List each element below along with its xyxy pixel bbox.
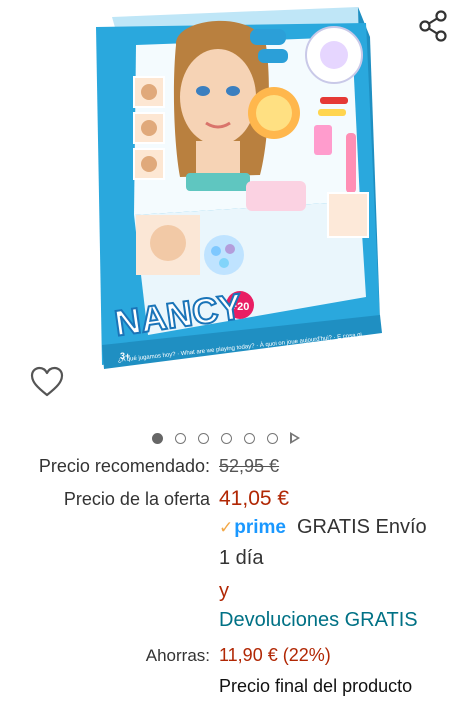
carousel-dot-active[interactable] bbox=[152, 432, 163, 444]
offer-price-label: Precio de la oferta bbox=[63, 489, 210, 509]
share-icon bbox=[419, 10, 447, 42]
free-shipping-text: GRATIS Envío bbox=[297, 516, 427, 538]
carousel-dot[interactable] bbox=[175, 432, 186, 444]
product-box-illustration: +20 NANCY ¿A qué jugamos hoy? · What are… bbox=[96, 7, 382, 369]
wishlist-button[interactable] bbox=[28, 364, 66, 400]
prime-badge: ✓ prime bbox=[219, 517, 286, 539]
rrp-label: Precio recomendado: bbox=[38, 456, 210, 476]
image-carousel-indicator bbox=[152, 431, 322, 445]
carousel-dot[interactable] bbox=[267, 432, 278, 444]
delivery-days: 1 día bbox=[219, 547, 264, 569]
free-returns-link[interactable]: Devoluciones GRATIS bbox=[219, 609, 418, 632]
savings-value: 11,90 € (22%) bbox=[219, 645, 331, 665]
carousel-dot[interactable] bbox=[198, 432, 209, 444]
prime-label: prime bbox=[234, 517, 286, 538]
offer-price: 41,05 € bbox=[219, 487, 290, 510]
heart-outline-icon bbox=[30, 366, 64, 397]
carousel-dot[interactable] bbox=[244, 432, 255, 444]
rrp-value: 52,95 € bbox=[219, 456, 280, 476]
savings-label: Ahorras: bbox=[145, 646, 210, 665]
prime-check-icon: ✓ bbox=[219, 518, 234, 537]
age-badge: 3+ bbox=[120, 351, 130, 361]
final-price-note: Precio final del producto bbox=[219, 676, 413, 696]
share-button[interactable] bbox=[414, 8, 454, 44]
and-text: y bbox=[219, 580, 229, 602]
prime-shipping-row: ✓ prime GRATIS Envío bbox=[219, 516, 427, 539]
carousel-video-icon[interactable] bbox=[290, 432, 300, 444]
carousel-dot[interactable] bbox=[221, 432, 232, 444]
product-image[interactable]: +20 NANCY ¿A qué jugamos hoy? · What are… bbox=[90, 5, 390, 375]
